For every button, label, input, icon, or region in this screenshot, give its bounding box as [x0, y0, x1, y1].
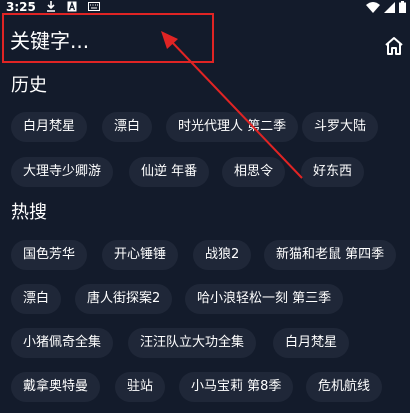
- status-time: 3:25: [6, 0, 36, 14]
- home-icon[interactable]: [384, 36, 404, 56]
- hot-chip[interactable]: 白月梵星: [273, 328, 350, 358]
- signal-icon: [384, 1, 395, 13]
- search-header: [0, 14, 410, 70]
- app-notification-icon: [67, 1, 77, 12]
- wifi-icon: [366, 1, 380, 13]
- hot-chip[interactable]: 战狼2: [193, 240, 252, 270]
- history-chip[interactable]: 相思令: [222, 157, 286, 187]
- history-chip[interactable]: 斗罗大陆: [302, 112, 379, 142]
- history-chip[interactable]: 大理寺少卿游: [11, 157, 114, 187]
- history-title: 历史: [11, 75, 47, 96]
- hot-chip[interactable]: 哈小浪轻松一刻 第三季: [185, 284, 344, 314]
- history-chip[interactable]: 白月梵星: [11, 112, 88, 142]
- search-input[interactable]: [6, 18, 334, 64]
- hot-chip[interactable]: 唐人街探案2: [75, 284, 173, 314]
- history-chip[interactable]: 好东西: [301, 157, 365, 187]
- history-chip[interactable]: 时光代理人 第二季: [166, 112, 299, 142]
- status-icons: [366, 1, 406, 13]
- hot-chip[interactable]: 国色芳华: [11, 240, 88, 270]
- hot-chip[interactable]: 驻站: [115, 372, 166, 402]
- hot-chip[interactable]: 危机航线: [306, 372, 383, 402]
- hot-search-title: 热搜: [11, 202, 47, 223]
- download-icon: [47, 1, 55, 12]
- history-chip[interactable]: 仙逆 年番: [129, 157, 210, 187]
- hot-chip[interactable]: 新猫和老鼠 第四季: [264, 240, 397, 270]
- battery-icon: [399, 1, 406, 13]
- hot-chip[interactable]: 漂白: [11, 284, 62, 314]
- status-bar: 3:25: [0, 0, 410, 14]
- hot-chip[interactable]: 汪汪队立大功全集: [128, 328, 257, 358]
- history-chip[interactable]: 漂白: [102, 112, 153, 142]
- hot-chip[interactable]: 小马宝莉 第8季: [179, 372, 294, 402]
- hot-chip[interactable]: 戴拿奥特曼: [11, 372, 101, 402]
- hot-chip[interactable]: 小猪佩奇全集: [11, 328, 114, 358]
- keyboard-icon: [88, 2, 100, 11]
- hot-chip[interactable]: 开心锤锤: [102, 240, 179, 270]
